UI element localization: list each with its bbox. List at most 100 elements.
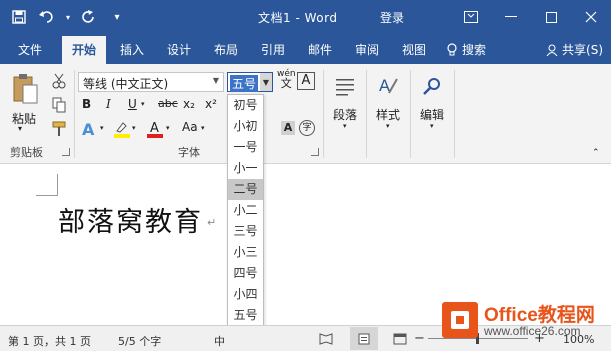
- list-item[interactable]: 小一: [228, 158, 263, 179]
- office-logo-icon: [442, 302, 478, 338]
- group-divider: [74, 70, 75, 158]
- save-icon[interactable]: [8, 7, 30, 27]
- share-button[interactable]: 共享(S): [546, 41, 603, 58]
- undo-icon[interactable]: [36, 7, 58, 27]
- undo-dropdown-icon[interactable]: ▾: [64, 7, 72, 27]
- styles-label[interactable]: 样式: [376, 106, 400, 123]
- tab-insert[interactable]: 插入: [120, 41, 144, 58]
- read-mode-icon[interactable]: [318, 331, 334, 347]
- tab-references[interactable]: 引用: [261, 41, 285, 58]
- character-shading-button[interactable]: A: [281, 121, 295, 135]
- highlight-dropdown-icon[interactable]: ▾: [132, 124, 136, 132]
- paste-icon[interactable]: [10, 72, 40, 106]
- watermark: Office教程网 www.office26.com: [442, 298, 606, 342]
- list-item[interactable]: 小初: [228, 116, 263, 137]
- paragraph-label[interactable]: 段落: [333, 106, 357, 123]
- group-divider: [323, 70, 324, 158]
- document-text[interactable]: 部落窝教育: [58, 200, 203, 239]
- editing-dropdown-icon[interactable]: ▾: [430, 122, 434, 130]
- enclose-characters-button[interactable]: 字: [299, 120, 315, 136]
- window-title: 文档1 - Word: [258, 11, 338, 25]
- zoom-out-icon[interactable]: −: [414, 331, 425, 346]
- phonetic-guide-button[interactable]: wén 文: [277, 70, 296, 90]
- styles-icon[interactable]: A: [374, 72, 402, 100]
- minimize-icon[interactable]: [491, 0, 531, 34]
- list-item[interactable]: 初号: [228, 95, 263, 116]
- ribbon-tabs: 文件 开始 插入 设计 布局 引用 邮件 审阅 视图 搜索 共享(S): [0, 34, 611, 64]
- editing-label[interactable]: 编辑: [420, 106, 444, 123]
- customize-qat-icon[interactable]: ▾: [106, 7, 128, 27]
- underline-button[interactable]: U: [128, 97, 137, 111]
- font-color-dropdown-icon[interactable]: ▾: [166, 124, 170, 132]
- text-effects-button[interactable]: A: [82, 120, 94, 139]
- lightbulb-icon: [447, 42, 457, 55]
- subscript-button[interactable]: x₂: [183, 97, 195, 111]
- styles-dropdown-icon[interactable]: ▾: [386, 122, 390, 130]
- list-item[interactable]: 三号: [228, 221, 263, 242]
- superscript-button[interactable]: x²: [205, 97, 217, 111]
- page-count[interactable]: 第 1 页，共 1 页: [8, 333, 91, 349]
- font-color-icon[interactable]: A: [146, 119, 164, 139]
- close-icon[interactable]: [571, 0, 611, 34]
- cut-icon[interactable]: [50, 72, 68, 90]
- font-launcher-icon[interactable]: [311, 148, 319, 156]
- tab-search[interactable]: 搜索: [446, 41, 486, 58]
- tab-mailings[interactable]: 邮件: [308, 41, 332, 58]
- margin-corner-mark: [36, 174, 58, 196]
- paragraph-dropdown-icon[interactable]: ▾: [343, 122, 347, 130]
- editing-search-icon[interactable]: [418, 72, 446, 100]
- tab-layout[interactable]: 布局: [214, 41, 238, 58]
- change-case-button[interactable]: Aa: [182, 120, 198, 134]
- paragraph-icon[interactable]: [331, 72, 359, 100]
- format-painter-icon[interactable]: [50, 120, 68, 138]
- list-item-highlighted[interactable]: 二号: [228, 179, 263, 200]
- list-item[interactable]: 四号: [228, 263, 263, 284]
- ribbon-display-options-icon[interactable]: [451, 0, 491, 34]
- clipboard-launcher-icon[interactable]: [62, 148, 70, 156]
- login-button[interactable]: 登录: [380, 9, 404, 26]
- chevron-down-icon[interactable]: ▼: [213, 76, 219, 85]
- paste-dropdown-icon[interactable]: ▾: [18, 124, 22, 133]
- font-size-combo[interactable]: 五号 ▼: [227, 72, 273, 92]
- print-layout-icon[interactable]: [350, 327, 378, 350]
- bold-button[interactable]: B: [82, 97, 91, 111]
- watermark-url: www.office26.com: [484, 324, 581, 338]
- svg-text:A: A: [150, 121, 159, 136]
- search-label: 搜索: [462, 43, 487, 57]
- tab-file[interactable]: 文件: [18, 41, 42, 58]
- redo-icon[interactable]: [78, 7, 100, 27]
- tab-view[interactable]: 视图: [402, 41, 426, 58]
- strikethrough-button[interactable]: abc: [158, 97, 178, 110]
- list-item[interactable]: 一号: [228, 137, 263, 158]
- word-count[interactable]: 5/5 个字: [118, 333, 161, 349]
- tab-home[interactable]: 开始: [62, 36, 107, 64]
- quick-access-toolbar: ▾ ▾: [8, 7, 128, 27]
- maximize-icon[interactable]: [531, 0, 571, 34]
- underline-dropdown-icon[interactable]: ▾: [141, 100, 145, 108]
- font-size-dropdown-icon[interactable]: ▼: [260, 73, 272, 91]
- list-item[interactable]: 五号: [228, 305, 263, 326]
- character-border-button[interactable]: A: [297, 72, 315, 90]
- change-case-dropdown-icon[interactable]: ▾: [201, 124, 205, 132]
- list-item[interactable]: 小二: [228, 200, 263, 221]
- font-size-value: 五号: [230, 75, 259, 92]
- language-indicator[interactable]: 中: [214, 333, 225, 349]
- ribbon: 粘贴 ▾ 剪贴板 等线 (中文正文) ▼ 五号 ▼ wén 文 A B I U …: [0, 64, 611, 164]
- text-effects-dropdown-icon[interactable]: ▾: [100, 124, 104, 132]
- list-item[interactable]: 小四: [228, 284, 263, 305]
- tab-review[interactable]: 审阅: [355, 41, 379, 58]
- person-icon: [546, 44, 558, 56]
- web-layout-icon[interactable]: [392, 331, 408, 347]
- group-divider: [366, 70, 367, 158]
- share-label: 共享(S): [562, 43, 603, 57]
- list-item[interactable]: 小三: [228, 242, 263, 263]
- copy-icon[interactable]: [50, 96, 68, 114]
- highlight-icon[interactable]: [113, 119, 131, 139]
- paste-label[interactable]: 粘贴: [12, 110, 36, 127]
- italic-button[interactable]: I: [106, 97, 111, 111]
- tab-design[interactable]: 设计: [167, 41, 191, 58]
- font-name-value: 等线 (中文正文): [83, 77, 169, 91]
- title-bar: ▾ ▾ 文档1 - Word 登录: [0, 0, 611, 34]
- font-name-combo[interactable]: 等线 (中文正文) ▼: [78, 72, 224, 92]
- collapse-ribbon-icon[interactable]: ⌃: [592, 148, 600, 158]
